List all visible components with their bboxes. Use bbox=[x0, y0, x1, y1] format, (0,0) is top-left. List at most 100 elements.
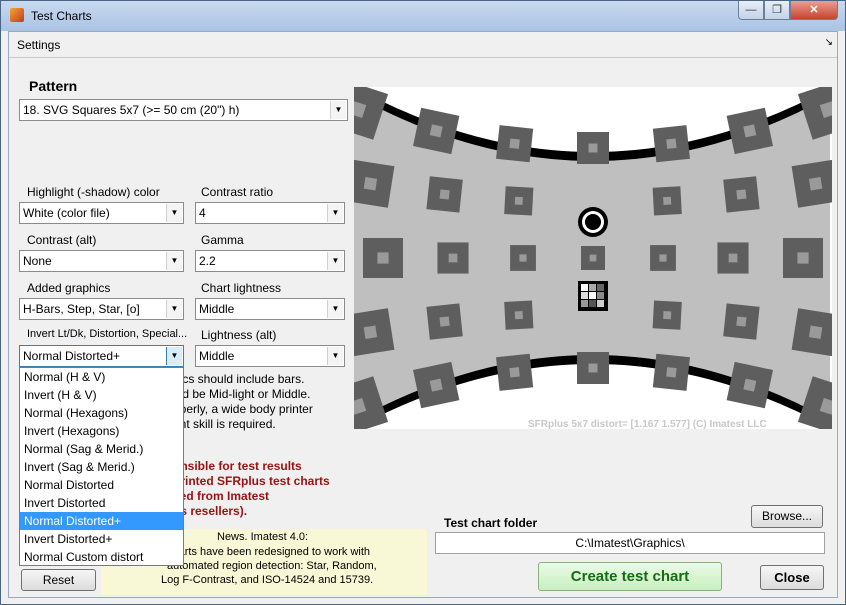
invert-distortion-dropdown[interactable]: Normal Distorted+ ▼ bbox=[19, 345, 184, 367]
chart-square-marker bbox=[377, 252, 389, 264]
chevron-down-icon: ▼ bbox=[166, 204, 182, 222]
chevron-down-icon: ▼ bbox=[327, 252, 343, 270]
dropdown-option[interactable]: Invert Distorted+ bbox=[20, 530, 183, 548]
settings-bar: Settings ↘ bbox=[9, 32, 837, 58]
dropdown-option[interactable]: Invert (Hexagons) bbox=[20, 422, 183, 440]
chart-caption: SFRplus 5x7 distort= [1.167 1.577] (C) I… bbox=[528, 419, 767, 430]
chart-square-marker bbox=[666, 138, 677, 149]
chart-lightness-value: Middle bbox=[199, 302, 235, 316]
chart-square-marker bbox=[666, 367, 677, 378]
chevron-down-icon: ▼ bbox=[327, 204, 343, 222]
pattern-dropdown[interactable]: 18. SVG Squares 5x7 (>= 50 cm (20") h) ▼ bbox=[19, 99, 348, 121]
reset-button[interactable]: Reset bbox=[21, 569, 96, 591]
chart-lightness-label: Chart lightness bbox=[201, 281, 282, 295]
close-button[interactable]: Close bbox=[760, 565, 824, 590]
chart-square-marker bbox=[588, 363, 598, 373]
chevron-down-icon: ▼ bbox=[166, 347, 182, 365]
invert-label: Invert Lt/Dk, Distortion, Special... bbox=[27, 328, 188, 340]
chart-square-marker bbox=[519, 254, 527, 262]
print-note: hics should include bars. uld be Mid-lig… bbox=[173, 372, 313, 432]
highlight-label: Highlight (-shadow) color bbox=[27, 185, 160, 199]
dropdown-option[interactable]: Normal (Hexagons) bbox=[20, 404, 183, 422]
contrast-ratio-dropdown[interactable]: 4 ▼ bbox=[195, 202, 345, 224]
step-chart bbox=[578, 281, 608, 311]
news-line: automated region detection: Star, Random… bbox=[167, 560, 377, 572]
dropdown-option[interactable]: Invert (H & V) bbox=[20, 386, 183, 404]
chart-square-marker bbox=[797, 252, 809, 264]
chart-square-marker bbox=[589, 254, 597, 262]
contrast-ratio-label: Contrast ratio bbox=[201, 185, 274, 199]
test-chart-folder-input[interactable]: C:\Imatest\Graphics\ bbox=[435, 532, 825, 554]
chart-square-marker bbox=[514, 311, 523, 320]
chart-square-marker bbox=[808, 177, 823, 191]
contrast-alt-dropdown[interactable]: None ▼ bbox=[19, 250, 184, 272]
dropdown-option[interactable]: Normal Distorted+ bbox=[20, 512, 183, 530]
chart-square-marker bbox=[736, 189, 747, 200]
chevron-down-icon: ▼ bbox=[327, 347, 343, 365]
minimize-button[interactable]: — bbox=[738, 1, 764, 20]
dropdown-option[interactable]: Invert Distorted bbox=[20, 494, 183, 512]
contrast-alt-label: Contrast (alt) bbox=[27, 233, 97, 247]
added-graphics-dropdown[interactable]: H-Bars, Step, Star, [o] ▼ bbox=[19, 298, 184, 320]
pattern-value: 18. SVG Squares 5x7 (>= 50 cm (20") h) bbox=[23, 103, 240, 117]
chart-square-marker bbox=[363, 325, 378, 339]
added-graphics-value: H-Bars, Step, Star, [o] bbox=[23, 302, 140, 316]
warning-line: sed from Imatest bbox=[173, 489, 270, 503]
chart-square-marker bbox=[363, 177, 378, 191]
chart-square-marker bbox=[659, 254, 667, 262]
dropdown-option[interactable]: Normal Distorted bbox=[20, 476, 183, 494]
chart-square-marker bbox=[429, 124, 443, 138]
create-test-chart-button[interactable]: Create test chart bbox=[538, 562, 722, 591]
note-line: pperly, a wide body printer bbox=[173, 402, 313, 416]
invert-value: Normal Distorted+ bbox=[23, 349, 121, 363]
chart-square-marker bbox=[514, 196, 523, 205]
dropdown-option[interactable]: Normal (Sag & Merid.) bbox=[20, 440, 183, 458]
dropdown-option[interactable]: Invert (Sag & Merid.) bbox=[20, 458, 183, 476]
chart-square-marker bbox=[728, 253, 738, 263]
note-line: hics should include bars. bbox=[173, 372, 305, 386]
gamma-label: Gamma bbox=[201, 233, 244, 247]
contrast-alt-value: None bbox=[23, 254, 52, 268]
chart-square-marker bbox=[588, 143, 598, 153]
settings-menu[interactable]: Settings bbox=[17, 38, 60, 52]
news-line: News. Imatest 4.0: bbox=[217, 531, 309, 543]
highlight-dropdown[interactable]: White (color file) ▼ bbox=[19, 202, 184, 224]
chevron-down-icon: ▼ bbox=[327, 300, 343, 318]
chevron-down-icon: ▼ bbox=[166, 300, 182, 318]
chevron-down-icon: ▼ bbox=[330, 101, 346, 119]
dock-arrow-icon[interactable]: ↘ bbox=[825, 37, 833, 48]
warning-line: its resellers). bbox=[173, 504, 248, 518]
chart-square-marker bbox=[663, 196, 672, 205]
dropdown-option[interactable]: Normal Custom distort bbox=[20, 548, 183, 565]
pattern-title: Pattern bbox=[29, 78, 78, 94]
invert-distortion-options: Normal (H & V) Invert (H & V) Normal (Hexa… bbox=[19, 367, 184, 566]
chart-preview bbox=[327, 79, 846, 437]
chart-square-marker bbox=[736, 316, 747, 327]
lightness-alt-dropdown[interactable]: Middle ▼ bbox=[195, 345, 345, 367]
warning-line: printed SFRplus test charts bbox=[173, 474, 330, 488]
chart-square-marker bbox=[509, 367, 520, 378]
news-line: Log F-Contrast, and ISO-14524 and 15739. bbox=[161, 574, 374, 586]
maximize-button[interactable]: ❐ bbox=[764, 1, 790, 20]
chart-square-marker bbox=[743, 378, 757, 392]
chevron-down-icon: ▼ bbox=[166, 252, 182, 270]
chart-square-marker bbox=[808, 325, 823, 339]
gamma-value: 2.2 bbox=[199, 254, 216, 268]
chart-square-marker bbox=[439, 189, 450, 200]
chart-square-marker bbox=[448, 253, 458, 263]
chart-square-marker bbox=[429, 378, 443, 392]
browse-button[interactable]: Browse... bbox=[751, 505, 823, 528]
chart-square-marker bbox=[509, 138, 520, 149]
chart-lightness-dropdown[interactable]: Middle ▼ bbox=[195, 298, 345, 320]
note-line: ent skill is required. bbox=[173, 417, 276, 431]
window-title: Test Charts bbox=[31, 9, 92, 23]
dropdown-option[interactable]: Normal (H & V) bbox=[20, 368, 183, 386]
contrast-ratio-value: 4 bbox=[199, 206, 206, 220]
added-graphics-label: Added graphics bbox=[27, 281, 111, 295]
chart-preview-svg bbox=[327, 79, 846, 437]
gamma-dropdown[interactable]: 2.2 ▼ bbox=[195, 250, 345, 272]
matlab-icon bbox=[10, 8, 24, 22]
window-close-button[interactable]: ✕ bbox=[790, 1, 838, 20]
center-star bbox=[578, 207, 608, 237]
news-line: charts have been redesigned to work with bbox=[167, 546, 371, 558]
